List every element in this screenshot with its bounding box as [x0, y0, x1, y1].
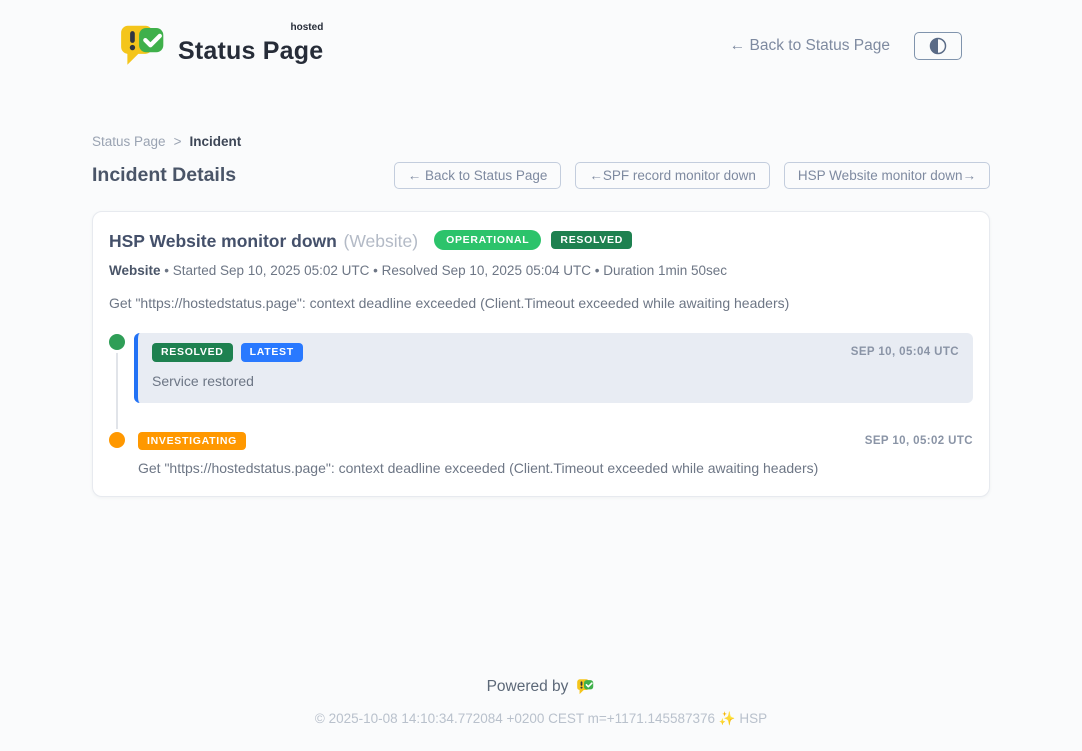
powered-by-link[interactable]: Powered by	[487, 678, 596, 696]
next-incident-button[interactable]: HSP Website monitor down→	[784, 162, 990, 189]
timeline-entry-resolved: RESOLVED LATEST SEP 10, 05:04 UTC Servic…	[109, 333, 973, 403]
timeline-latest-badge: LATEST	[241, 343, 303, 362]
header-right: ← Back to Status Page	[730, 32, 962, 60]
status-bubble-icon	[118, 23, 168, 69]
header: hosted Status Page ← Back to Status Page	[0, 0, 1082, 76]
brand-name: Status Page	[178, 37, 323, 65]
brand-logo[interactable]: hosted Status Page	[118, 23, 323, 69]
incident-meta: Website • Started Sep 10, 2025 05:02 UTC…	[109, 263, 973, 278]
brand-superscript: hosted	[291, 22, 324, 33]
timeline-entry-investigating: INVESTIGATING SEP 10, 05:02 UTC Get "htt…	[109, 431, 973, 477]
timeline-investigating-timestamp: SEP 10, 05:02 UTC	[865, 435, 973, 447]
timeline-dot-investigating	[109, 432, 125, 448]
incident-title-group: HSP Website monitor down (Website)	[109, 226, 424, 254]
brand-text: hosted Status Page	[178, 25, 323, 66]
timeline-entry-investigating-body: INVESTIGATING SEP 10, 05:02 UTC Get "htt…	[134, 431, 973, 477]
timeline-investigating-message: Get "https://hostedstatus.page": context…	[138, 460, 973, 476]
incident-description: Get "https://hostedstatus.page": context…	[109, 295, 973, 311]
incident-meta-component: Website	[109, 263, 161, 278]
timeline-resolved-badge: RESOLVED	[152, 343, 233, 362]
incident-title: HSP Website monitor down	[109, 231, 337, 251]
powered-by-logo-icon	[576, 678, 595, 696]
incident-card: HSP Website monitor down (Website) OPERA…	[92, 211, 990, 497]
prev-incident-button[interactable]: ←SPF record monitor down	[575, 162, 770, 189]
breadcrumb: Status Page > Incident	[92, 134, 990, 149]
incident-meta-details: • Started Sep 10, 2025 05:02 UTC • Resol…	[161, 263, 728, 278]
operational-badge: OPERATIONAL	[434, 230, 541, 251]
timeline-entry-resolved-body: RESOLVED LATEST SEP 10, 05:04 UTC Servic…	[134, 333, 973, 403]
main-content: Status Page > Incident Incident Details …	[92, 134, 990, 497]
incident-component: (Website)	[344, 231, 419, 251]
timeline-entry-investigating-head: INVESTIGATING SEP 10, 05:02 UTC	[138, 432, 973, 451]
footer: Powered by © 2025-10-08 14:10:34.772084 …	[0, 678, 1082, 751]
timeline-resolved-message: Service restored	[152, 373, 959, 389]
theme-toggle-button[interactable]	[914, 32, 962, 60]
timeline-entry-resolved-head: RESOLVED LATEST SEP 10, 05:04 UTC	[152, 343, 959, 362]
timeline-entry-resolved-badges: RESOLVED LATEST	[152, 343, 303, 362]
breadcrumb-incident: Incident	[189, 134, 241, 149]
title-row: Incident Details ← Back to Status Page ←…	[92, 162, 990, 189]
back-to-status-page-link[interactable]: ← Back to Status Page	[730, 37, 890, 55]
incident-card-header: HSP Website monitor down (Website) OPERA…	[109, 226, 973, 254]
resolved-badge: RESOLVED	[551, 231, 632, 250]
timeline-resolved-timestamp: SEP 10, 05:04 UTC	[851, 346, 959, 358]
back-to-status-page-button[interactable]: ← Back to Status Page	[394, 162, 562, 189]
powered-by-label: Powered by	[487, 678, 569, 696]
incident-timeline: RESOLVED LATEST SEP 10, 05:04 UTC Servic…	[109, 333, 973, 476]
breadcrumb-status-page[interactable]: Status Page	[92, 134, 166, 149]
timeline-investigating-badge: INVESTIGATING	[138, 432, 246, 451]
copyright-text: © 2025-10-08 14:10:34.772084 +0200 CEST …	[0, 711, 1082, 727]
breadcrumb-separator: >	[174, 134, 182, 149]
contrast-icon	[927, 35, 949, 57]
timeline-dot-resolved	[109, 334, 125, 350]
incident-nav-buttons: ← Back to Status Page ←SPF record monito…	[394, 162, 990, 189]
page-title: Incident Details	[92, 164, 236, 187]
